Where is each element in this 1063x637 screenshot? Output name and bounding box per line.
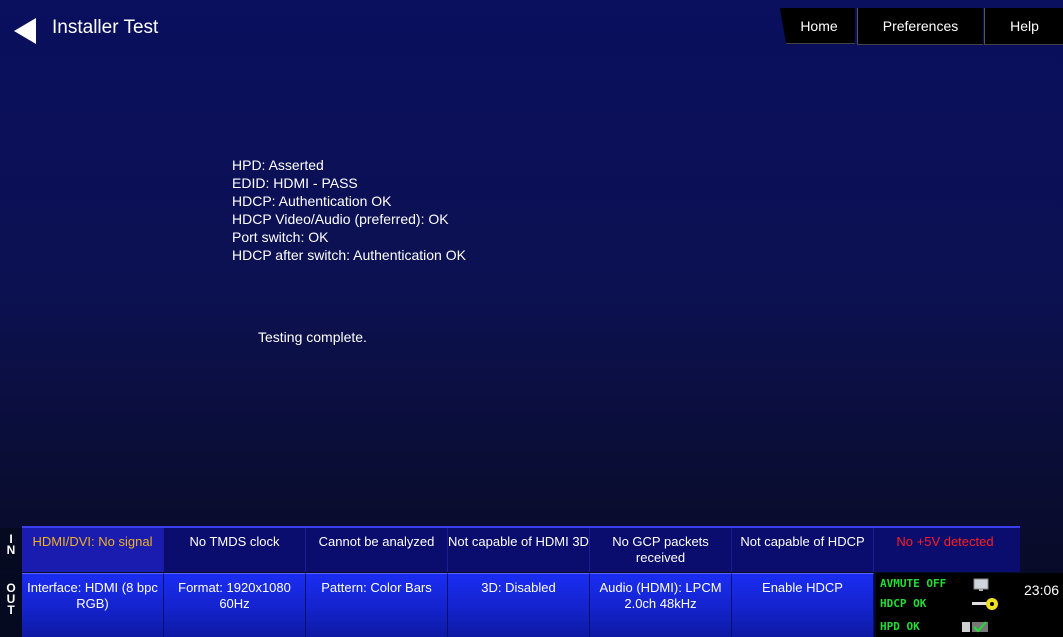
enable-hdcp-button[interactable]: Enable HDCP (732, 573, 874, 637)
hpd-connector-icon (962, 621, 988, 633)
clock: 23:06 (1024, 582, 1060, 598)
result-line: EDID: HDMI - PASS (232, 175, 358, 191)
result-line: Port switch: OK (232, 229, 329, 245)
out-3d-button[interactable]: 3D: Disabled (448, 573, 590, 637)
status-panel: AVMUTE OFF HDCP OK HPD OK 23:06 (876, 573, 1063, 637)
hpd-status: HPD OK (880, 620, 920, 633)
in-hdmi-dvi-status[interactable]: HDMI/DVI: No signal (22, 528, 164, 572)
help-button[interactable]: Help (984, 8, 1063, 45)
back-arrow-icon[interactable] (10, 16, 40, 46)
monitor-icon (973, 578, 989, 591)
top-bar: Installer Test Home Preferences Help (0, 0, 1063, 60)
output-settings-row: Interface: HDMI (8 bpc RGB) Format: 1920… (22, 573, 876, 637)
result-line: HDCP Video/Audio (preferred): OK (232, 211, 449, 227)
key-icon (972, 598, 998, 610)
home-button[interactable]: Home (779, 8, 855, 44)
in-analysis-status[interactable]: Cannot be analyzed (306, 528, 448, 572)
result-line: HDCP after switch: Authentication OK (232, 247, 466, 263)
in-hdcp-status[interactable]: Not capable of HDCP (732, 528, 874, 572)
out-format-button[interactable]: Format: 1920x1080 60Hz (164, 573, 306, 637)
preferences-button[interactable]: Preferences (857, 8, 983, 45)
avmute-status: AVMUTE OFF (880, 577, 947, 590)
out-audio-button[interactable]: Audio (HDMI): LPCM 2.0ch 48kHz (590, 573, 732, 637)
status-message: Testing complete. (258, 329, 367, 345)
out-interface-button[interactable]: Interface: HDMI (8 bpc RGB) (22, 573, 164, 637)
in-tmds-status[interactable]: No TMDS clock (164, 528, 306, 572)
input-status-row: HDMI/DVI: No signal No TMDS clock Cannot… (22, 526, 1020, 572)
result-line: HPD: Asserted (232, 157, 324, 173)
result-line: HDCP: Authentication OK (232, 193, 392, 209)
in-3d-status[interactable]: Not capable of HDMI 3D (448, 528, 590, 572)
hdcp-status: HDCP OK (880, 597, 927, 610)
in-row-label: IN (0, 528, 22, 572)
out-row-label: OUT (0, 573, 22, 637)
in-5v-status[interactable]: No +5V detected (874, 528, 1016, 572)
test-results: HPD: Asserted EDID: HDMI - PASS HDCP: Au… (232, 156, 466, 264)
page-title: Installer Test (52, 17, 159, 38)
out-pattern-button[interactable]: Pattern: Color Bars (306, 573, 448, 637)
in-gcp-status[interactable]: No GCP packets received (590, 528, 732, 572)
